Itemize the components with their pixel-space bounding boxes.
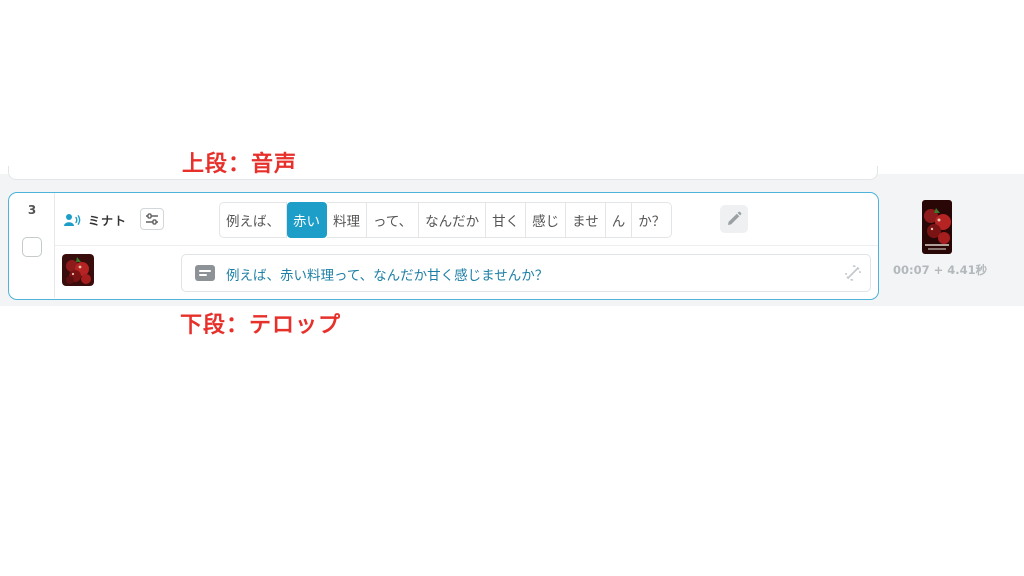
word-chip[interactable]: ませ	[566, 202, 606, 238]
edit-words-button[interactable]	[720, 205, 748, 233]
sliders-icon	[145, 213, 159, 225]
row-checkbox[interactable]	[22, 237, 42, 257]
speaker-name: ミナト	[88, 213, 128, 228]
annotation-top-label: 上段：音声	[182, 152, 298, 177]
word-chip[interactable]: 甘く	[486, 202, 527, 238]
word-chip[interactable]: 例えば、	[219, 202, 287, 238]
caption-field[interactable]: 例えば、赤い料理って、なんだか甘く感じませんか？	[181, 254, 871, 292]
word-chip[interactable]: なんだか	[419, 202, 487, 238]
word-chip[interactable]: 赤い	[287, 202, 327, 238]
video-preview-thumbnail[interactable]	[922, 200, 952, 254]
word-segments: 例えば、 赤い 料理 って、 なんだか 甘く 感じ ませんか？	[219, 202, 673, 238]
word-chip[interactable]: 料理	[327, 202, 367, 238]
subtitle-icon	[195, 265, 215, 281]
pencil-icon	[726, 211, 742, 227]
word-chip[interactable]: 感じ	[526, 202, 567, 238]
unlink-icon[interactable]	[844, 264, 862, 282]
row-number: 3	[27, 203, 37, 217]
speaker-settings-button[interactable]	[140, 208, 164, 230]
previous-row-edge	[8, 166, 878, 180]
clip-time-label: 00:07 + 4.41秒	[893, 263, 988, 277]
speaker-selector[interactable]: ミナト	[64, 210, 127, 230]
annotation-bottom-label: 下段：テロップ	[180, 313, 342, 338]
speaker-voice-icon	[64, 213, 82, 227]
caption-text: 例えば、赤い料理って、なんだか甘く感じませんか？	[226, 268, 549, 284]
word-chip[interactable]: ん	[605, 202, 633, 238]
word-chip[interactable]: か？	[632, 202, 673, 238]
transcript-row[interactable]: 3 ミナト 例えば、 赤い 料理 って、 なんだか 甘く 感じ ませんか？ 例え…	[8, 192, 879, 300]
word-chip[interactable]: って、	[367, 202, 420, 238]
clip-thumbnail[interactable]	[62, 254, 94, 286]
row-index-column: 3	[9, 193, 55, 298]
row-divider	[55, 245, 878, 246]
